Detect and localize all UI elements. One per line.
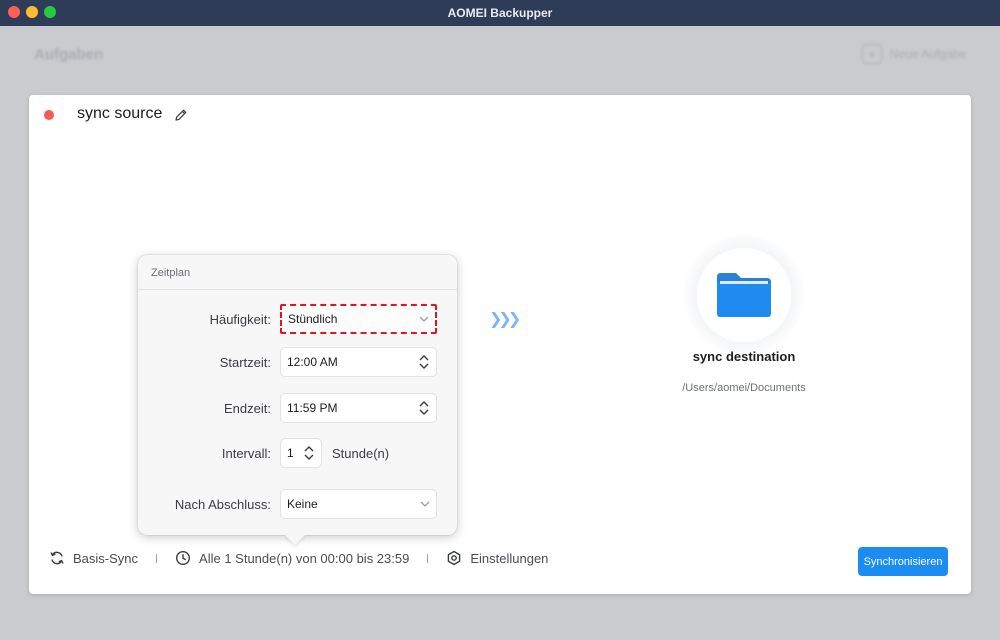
stepper-icon[interactable] [418, 399, 430, 417]
popover-title: Zeitplan [138, 255, 457, 290]
schedule-summary: Alle 1 Stunde(n) von 00:00 bis 23:59 [199, 550, 410, 566]
sync-direction-icon: ❯❯❯ [489, 311, 521, 328]
task-card: sync source ❯❯❯ sync destination /Users/… [29, 95, 971, 594]
end-time-field[interactable]: 11:59 PM [280, 393, 437, 423]
chevron-down-icon [419, 316, 429, 322]
frequency-row: Häufigkeit: Stündlich [138, 304, 437, 334]
task-status-dot [44, 110, 54, 120]
end-time-value: 11:59 PM [287, 401, 338, 415]
frequency-label: Häufigkeit: [209, 311, 271, 327]
destination-path: /Users/aomei/Documents [682, 382, 806, 394]
frequency-select[interactable]: Stündlich [280, 304, 437, 334]
new-task-button[interactable]: + Neue Aufgabe [861, 44, 966, 64]
new-task-label: Neue Aufgabe [889, 47, 966, 61]
start-time-label: Startzeit: [219, 354, 271, 370]
interval-label: Intervall: [221, 445, 271, 461]
close-window-button[interactable] [8, 6, 20, 18]
synchronize-button[interactable]: Synchronisieren [858, 547, 948, 576]
end-time-label: Endzeit: [224, 400, 271, 416]
end-time-row: Endzeit: 11:59 PM [138, 393, 437, 423]
schedule-button[interactable]: Alle 1 Stunde(n) von 00:00 bis 23:59 [175, 550, 409, 566]
settings-label: Einstellungen [470, 550, 549, 566]
interval-unit: Stunde(n) [332, 445, 390, 461]
sync-mode-button[interactable]: Basis-Sync [49, 550, 138, 566]
divider [156, 553, 158, 563]
start-time-value: 12:00 AM [287, 355, 338, 369]
zoom-window-button[interactable] [44, 6, 56, 18]
sync-icon [50, 551, 64, 565]
interval-row: Intervall: 1 Stunde(n) [138, 438, 389, 468]
stepper-icon[interactable] [418, 353, 430, 371]
stepper-icon[interactable] [303, 444, 315, 462]
task-name: sync source [77, 105, 163, 122]
clock-icon [176, 550, 191, 566]
after-completion-label: Nach Abschluss: [174, 496, 271, 512]
page-title: Aufgaben [34, 46, 104, 63]
frequency-value: Stündlich [288, 312, 338, 326]
schedule-popover: Zeitplan Häufigkeit: Stündlich Startzeit… [138, 255, 457, 535]
destination-name: sync destination [692, 349, 796, 364]
chevron-down-icon [420, 501, 430, 507]
window-controls [8, 6, 56, 18]
edit-icon[interactable] [174, 108, 188, 122]
window-title: AOMEI Backupper [447, 6, 553, 20]
destination-icon-circle [684, 235, 804, 355]
after-completion-value: Keine [287, 497, 318, 511]
start-time-row: Startzeit: 12:00 AM [138, 347, 437, 377]
plus-icon: + [861, 44, 882, 64]
sync-destination[interactable]: sync destination /Users/aomei/Documents [669, 235, 819, 394]
start-time-field[interactable]: 12:00 AM [280, 347, 437, 377]
after-completion-row: Nach Abschluss: Keine [138, 489, 437, 519]
window-titlebar: AOMEI Backupper [0, 0, 1000, 26]
interval-value: 1 [287, 446, 294, 460]
settings-gear-icon [448, 550, 461, 566]
minimize-window-button[interactable] [26, 6, 38, 18]
after-completion-select[interactable]: Keine [280, 489, 437, 519]
interval-field[interactable]: 1 [280, 438, 322, 468]
divider [427, 553, 429, 563]
sync-mode-label: Basis-Sync [73, 550, 139, 566]
task-footer: Basis-Sync Alle 1 Stunde(n) von 00:00 bi… [49, 550, 548, 566]
settings-button[interactable]: Einstellungen [446, 550, 548, 566]
folder-icon [717, 273, 771, 317]
